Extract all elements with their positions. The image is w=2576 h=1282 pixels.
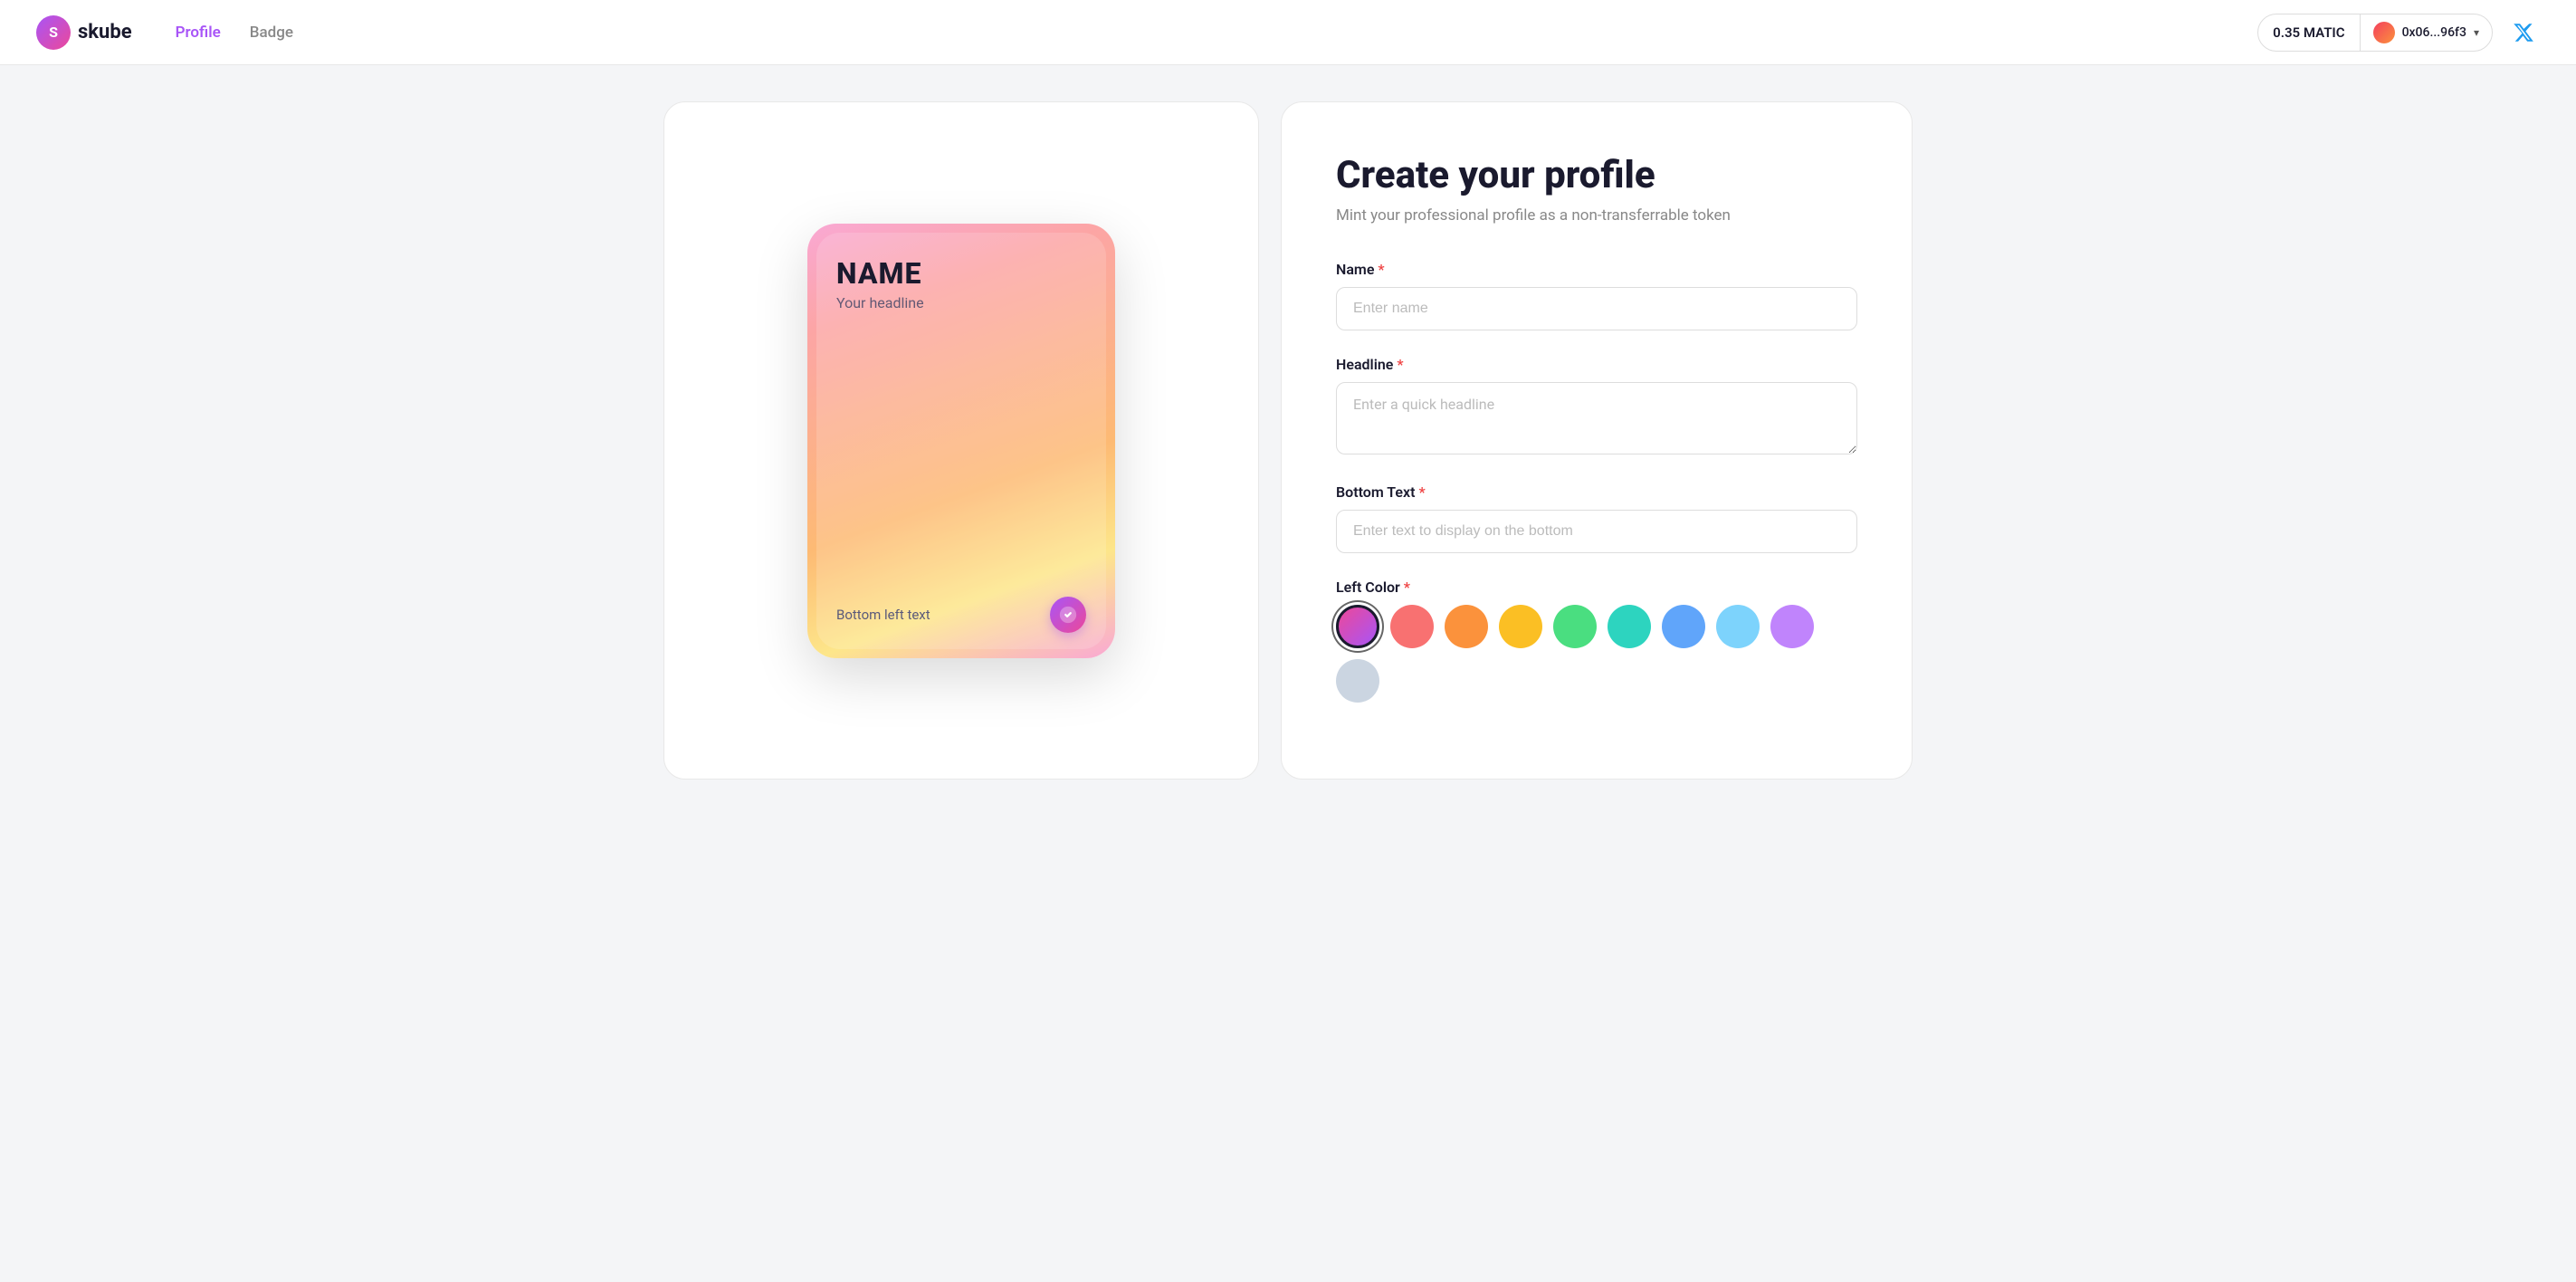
card-bottom-text: Bottom left text bbox=[836, 607, 930, 623]
name-input[interactable] bbox=[1336, 287, 1857, 330]
wallet-pill[interactable]: 0.35 MATIC 0x06...96f3 ▾ bbox=[2257, 14, 2493, 52]
headline-label: Headline * bbox=[1336, 356, 1857, 373]
color-swatch-coral[interactable] bbox=[1390, 605, 1434, 648]
bottom-text-input[interactable] bbox=[1336, 510, 1857, 553]
wallet-avatar bbox=[2373, 22, 2395, 43]
navbar: S skube Profile Badge 0.35 MATIC 0x06...… bbox=[0, 0, 2576, 65]
name-required: * bbox=[1378, 261, 1384, 278]
headline-required: * bbox=[1397, 356, 1403, 373]
chevron-down-icon: ▾ bbox=[2474, 26, 2479, 39]
color-swatch-sky[interactable] bbox=[1716, 605, 1760, 648]
logo-text: skube bbox=[78, 21, 132, 43]
name-field-group: Name * bbox=[1336, 261, 1857, 330]
headline-field-group: Headline * bbox=[1336, 356, 1857, 458]
profile-card: NAME Your headline Bottom left text bbox=[807, 224, 1115, 658]
left-color-label: Left Color * bbox=[1336, 579, 1857, 596]
bottom-text-required: * bbox=[1418, 483, 1425, 501]
nav-profile[interactable]: Profile bbox=[176, 24, 221, 42]
navbar-right: 0.35 MATIC 0x06...96f3 ▾ bbox=[2257, 14, 2540, 52]
logo-icon: S bbox=[36, 15, 71, 50]
headline-textarea[interactable] bbox=[1336, 382, 1857, 454]
main-content: NAME Your headline Bottom left text Crea… bbox=[609, 65, 1967, 816]
card-bottom: Bottom left text bbox=[836, 597, 1086, 633]
color-swatch-yellow[interactable] bbox=[1499, 605, 1542, 648]
form-subtitle: Mint your professional profile as a non-… bbox=[1336, 206, 1857, 225]
twitter-icon[interactable] bbox=[2507, 16, 2540, 49]
right-panel: Create your profile Mint your profession… bbox=[1281, 101, 1913, 780]
name-label: Name * bbox=[1336, 261, 1857, 278]
wallet-balance: 0.35 MATIC bbox=[2258, 14, 2360, 51]
card-top: NAME Your headline bbox=[836, 256, 1086, 311]
card-name: NAME bbox=[836, 256, 1086, 291]
color-swatch-blue[interactable] bbox=[1662, 605, 1705, 648]
card-badge-icon bbox=[1050, 597, 1086, 633]
color-swatch-orange[interactable] bbox=[1445, 605, 1488, 648]
nav-badge[interactable]: Badge bbox=[250, 24, 293, 42]
logo[interactable]: S skube bbox=[36, 15, 132, 50]
color-swatches bbox=[1336, 605, 1857, 703]
navbar-nav: Profile Badge bbox=[176, 24, 2258, 42]
color-swatch-green[interactable] bbox=[1553, 605, 1597, 648]
bottom-text-label: Bottom Text * bbox=[1336, 483, 1857, 501]
card-headline: Your headline bbox=[836, 294, 1086, 311]
color-swatch-pink[interactable] bbox=[1336, 605, 1379, 648]
bottom-text-field-group: Bottom Text * bbox=[1336, 483, 1857, 553]
left-color-field-group: Left Color * bbox=[1336, 579, 1857, 703]
color-swatch-teal[interactable] bbox=[1608, 605, 1651, 648]
wallet-address-section[interactable]: 0x06...96f3 ▾ bbox=[2361, 14, 2492, 51]
form-title: Create your profile bbox=[1336, 153, 1857, 197]
left-color-required: * bbox=[1404, 579, 1410, 596]
wallet-address-text: 0x06...96f3 bbox=[2402, 25, 2466, 40]
left-panel: NAME Your headline Bottom left text bbox=[663, 101, 1259, 780]
color-swatch-gray[interactable] bbox=[1336, 659, 1379, 703]
color-swatch-purple[interactable] bbox=[1770, 605, 1814, 648]
